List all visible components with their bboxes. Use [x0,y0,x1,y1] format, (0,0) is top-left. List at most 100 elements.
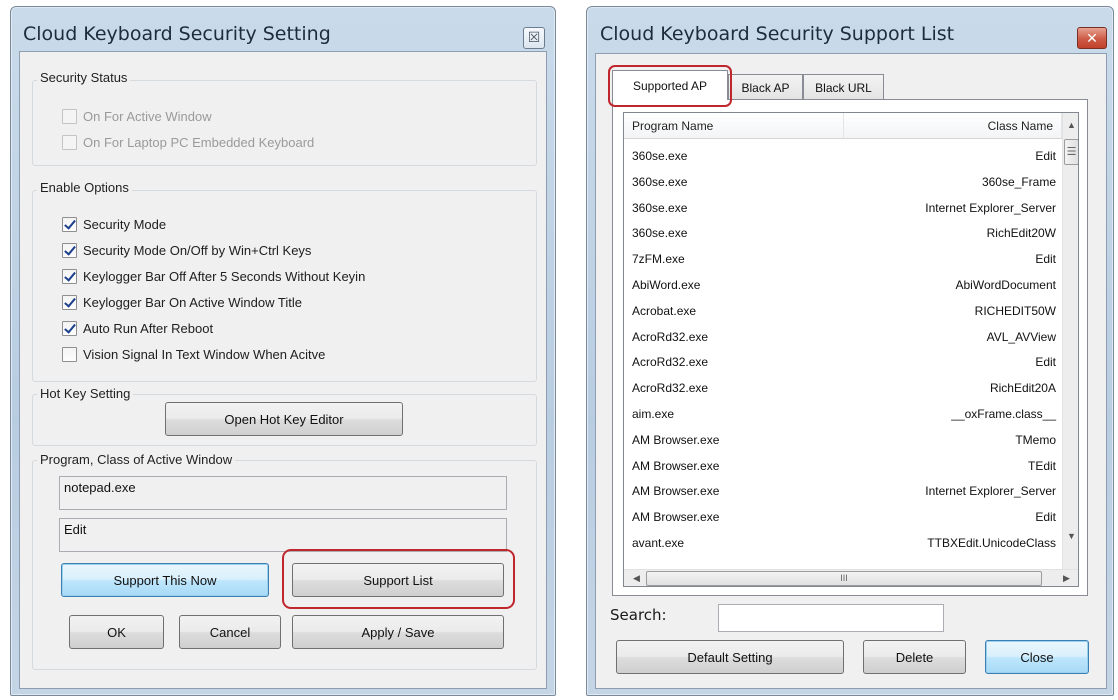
vertical-scrollbar[interactable]: ▲ ☰ ▼ [1062,113,1078,569]
checkbox-box[interactable] [62,134,77,150]
checkbox-label: Keylogger Bar On Active Window Title [83,294,302,310]
checkbox-box[interactable] [62,320,77,336]
program-name-cell: AcroRd32.exe [632,381,709,396]
active-class-field[interactable]: Edit [59,518,507,552]
scroll-grip-icon: ☰ [1066,146,1077,158]
supported-ap-tab-highlight [608,65,732,107]
keylogger-bar-off-checkbox[interactable]: Keylogger Bar Off After 5 Seconds Withou… [62,266,365,286]
class-name-cell: AbiWordDocument [955,278,1057,292]
default-setting-button[interactable]: Default Setting [616,640,844,674]
tab-black-url[interactable]: Black URL [803,74,884,100]
list-item[interactable]: AM Browser.exe TMemo [624,427,1060,453]
cancel-button[interactable]: Cancel [179,615,281,649]
class-name-cell: 360se_Frame [981,174,1056,189]
list-item[interactable]: 360se.exe Edit [624,143,1060,169]
active-window-group-label: Program, Class of Active Window [37,452,236,467]
list-item[interactable]: 360se.exe RichEdit20W [624,220,1060,246]
program-name-cell: AcroRd32.exe [632,329,709,344]
list-item[interactable]: avant.exe TTBXEdit.UnicodeClass [624,530,1060,556]
tab-panel: Program Name Class Name 360se.exe Edit 360… [612,99,1088,596]
list-item[interactable]: Acrobat.exe RICHEDIT50W [624,298,1060,324]
support-list-titlebar[interactable]: Cloud Keyboard Security Support List ✕ [587,7,1113,51]
program-name-cell: AcroRd32.exe [632,355,709,370]
security-status-label: Security Status [37,70,131,85]
supported-ap-list[interactable]: Program Name Class Name 360se.exe Edit 360… [623,112,1079,587]
class-name-cell: TMemo [1015,432,1056,447]
list-item[interactable]: aim.exe __oxFrame.class__ [624,401,1060,427]
close-button[interactable]: Close [985,640,1089,674]
scroll-up-icon[interactable]: ▲ [1063,117,1078,134]
keylogger-bar-on-title-checkbox[interactable]: Keylogger Bar On Active Window Title [62,292,302,312]
program-name-cell: 360se.exe [632,200,688,215]
scroll-left-icon[interactable]: ◀ [628,570,645,586]
vertical-scroll-thumb[interactable]: ☰ [1064,139,1078,165]
checkbox-label: Auto Run After Reboot [83,320,214,336]
list-item[interactable]: 360se.exe 360se_Frame [624,169,1060,195]
program-name-cell: AM Browser.exe [632,432,720,447]
program-name-cell: AM Browser.exe [632,484,720,499]
class-name-cell: __oxFrame.class__ [951,407,1056,421]
tab-black-ap[interactable]: Black AP [728,74,803,100]
support-this-now-button[interactable]: Support This Now [61,563,269,597]
checkbox-box[interactable] [62,294,77,310]
program-name-cell: AbiWord.exe [632,278,701,292]
auto-run-checkbox[interactable]: Auto Run After Reboot [62,318,213,338]
program-name-cell: aim.exe [632,407,675,421]
on-for-laptop-keyboard-checkbox[interactable]: On For Laptop PC Embedded Keyboard [62,132,314,152]
support-list-highlight [282,549,515,609]
security-mode-checkbox[interactable]: Security Mode [62,214,166,234]
settings-window-title: Cloud Keyboard Security Setting [23,23,331,45]
checkbox-box[interactable] [62,108,77,124]
checkbox-box[interactable] [62,268,77,284]
support-list-close-icon[interactable]: ✕ [1077,27,1107,49]
horizontal-scrollbar[interactable]: ◀ III ▶ [624,569,1078,586]
delete-button[interactable]: Delete [863,640,966,674]
list-item[interactable]: AcroRd32.exe Edit [624,349,1060,375]
class-name-cell: Edit [1035,510,1056,525]
checkbox-box[interactable] [62,216,77,232]
list-item[interactable]: AM Browser.exe Internet Explorer_Server [624,478,1060,504]
support-list-window: Cloud Keyboard Security Support List ✕ S… [586,6,1114,696]
list-item[interactable]: AbiWord.exe AbiWordDocument [624,272,1060,298]
scroll-down-icon[interactable]: ▼ [1063,528,1078,545]
list-item[interactable]: AM Browser.exe Edit [624,504,1060,530]
list-item[interactable]: 7zFM.exe Edit [624,246,1060,272]
apply-save-button[interactable]: Apply / Save [292,615,504,649]
checkbox-box[interactable] [62,242,77,258]
ok-button[interactable]: OK [69,615,164,649]
program-name-cell: 360se.exe [632,226,688,241]
search-input[interactable] [718,604,944,632]
column-header-program-name[interactable]: Program Name [624,113,844,138]
program-name-cell: AM Browser.exe [632,458,720,473]
checkbox-box[interactable] [62,346,77,362]
class-name-cell: RICHEDIT50W [974,303,1056,318]
horizontal-scroll-thumb[interactable]: III [646,571,1042,586]
class-name-cell: Internet Explorer_Server [925,200,1056,215]
settings-close-button[interactable]: ☒ [523,27,545,49]
settings-client-area: Security Status On For Active Window On … [19,51,547,689]
class-name-cell: TTBXEdit.UnicodeClass [927,536,1056,550]
settings-titlebar[interactable]: Cloud Keyboard Security Setting ☒ [11,7,555,51]
vision-signal-checkbox[interactable]: Vision Signal In Text Window When Acitve [62,344,325,364]
security-mode-hotkey-checkbox[interactable]: Security Mode On/Off by Win+Ctrl Keys [62,240,311,260]
search-label: Search: [610,606,667,624]
class-name-cell: Internet Explorer_Server [925,484,1056,499]
program-name-cell: 7zFM.exe [632,252,685,267]
class-name-cell: TEdit [1027,458,1056,473]
checkbox-label: Security Mode On/Off by Win+Ctrl Keys [83,242,312,258]
class-name-cell: AVL_AVView [986,329,1056,344]
list-item[interactable]: AM Browser.exe TEdit [624,453,1060,479]
checkbox-label: Vision Signal In Text Window When Acitve [83,346,326,362]
checkbox-label: On For Laptop PC Embedded Keyboard [83,134,315,150]
on-for-active-window-checkbox[interactable]: On For Active Window [62,106,212,126]
scroll-right-icon[interactable]: ▶ [1058,570,1075,586]
column-header-class-name[interactable]: Class Name [844,113,1062,138]
checkbox-label: Keylogger Bar Off After 5 Seconds Withou… [83,268,366,284]
list-item[interactable]: AcroRd32.exe AVL_AVView [624,324,1060,350]
list-item[interactable]: 360se.exe Internet Explorer_Server [624,195,1060,221]
open-hotkey-editor-button[interactable]: Open Hot Key Editor [165,402,403,436]
support-list-window-title: Cloud Keyboard Security Support List [600,23,955,45]
active-program-field[interactable]: notepad.exe [59,476,507,510]
list-item[interactable]: AcroRd32.exe RichEdit20A [624,375,1060,401]
checkbox-label: Security Mode [83,216,167,232]
